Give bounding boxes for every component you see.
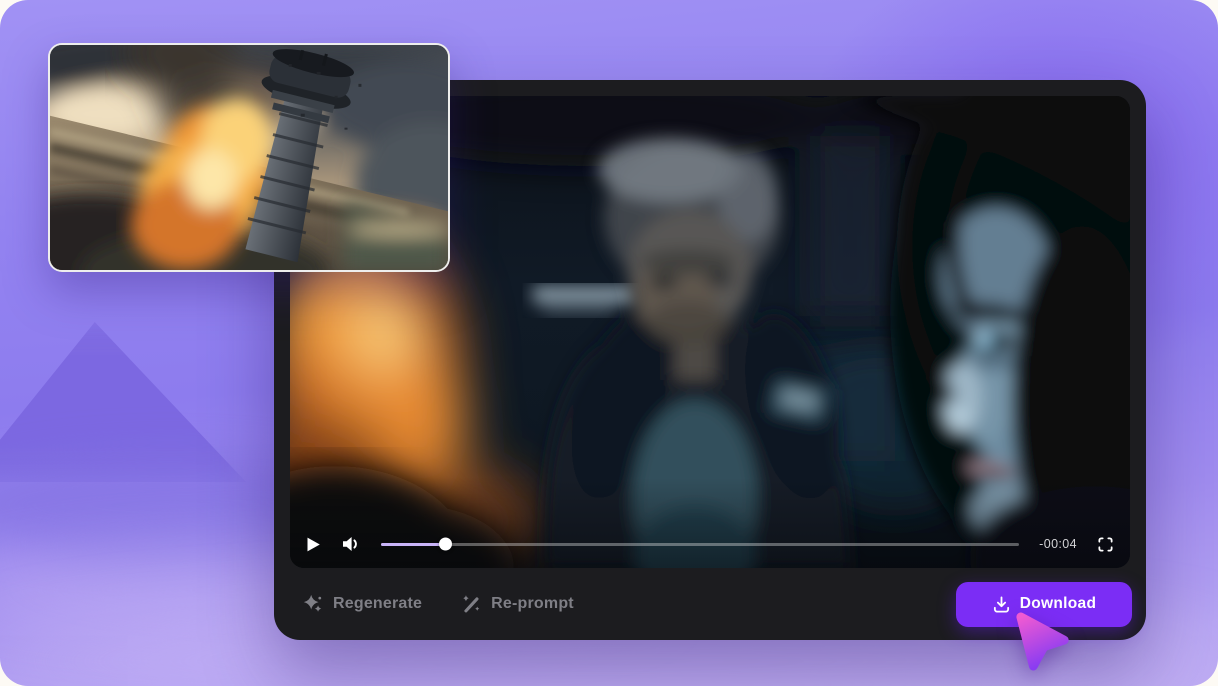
reprompt-button[interactable]: Re-prompt bbox=[460, 593, 574, 615]
play-icon bbox=[306, 536, 321, 553]
download-button[interactable]: Download bbox=[956, 582, 1132, 627]
regenerate-label: Regenerate bbox=[333, 595, 422, 613]
play-button[interactable] bbox=[306, 536, 321, 553]
fullscreen-button[interactable] bbox=[1097, 536, 1114, 553]
download-icon bbox=[992, 595, 1011, 614]
volume-icon bbox=[341, 535, 361, 553]
player-toolbar: Regenerate Re-prompt Download bbox=[274, 568, 1146, 640]
sparkles-icon bbox=[302, 593, 324, 615]
seek-bar-fill bbox=[381, 543, 445, 546]
page-background: -00:04 Regenerate bbox=[0, 0, 1218, 686]
generated-clip-thumbnail[interactable] bbox=[48, 43, 450, 272]
wand-icon bbox=[460, 593, 482, 615]
player-controls: -00:04 bbox=[290, 520, 1130, 568]
seek-handle[interactable] bbox=[439, 538, 452, 551]
volume-button[interactable] bbox=[341, 535, 361, 553]
download-label: Download bbox=[1020, 595, 1096, 613]
reprompt-label: Re-prompt bbox=[491, 595, 574, 613]
regenerate-button[interactable]: Regenerate bbox=[302, 593, 422, 615]
fullscreen-icon bbox=[1097, 536, 1114, 553]
thumbnail-image bbox=[50, 45, 448, 270]
time-remaining: -00:04 bbox=[1039, 537, 1077, 551]
seek-bar[interactable] bbox=[381, 543, 1019, 546]
